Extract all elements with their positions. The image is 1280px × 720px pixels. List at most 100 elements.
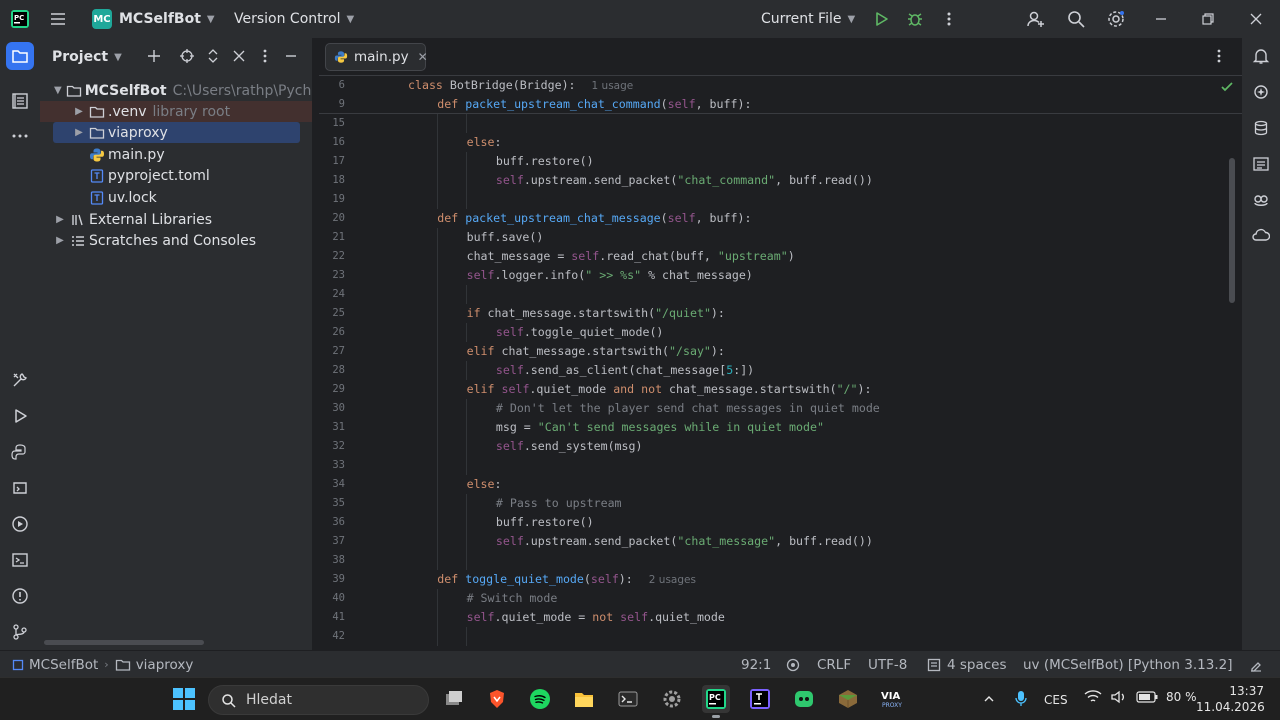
close-tab-icon[interactable]: ✕ — [418, 50, 428, 64]
horizontal-scrollbar[interactable] — [44, 640, 204, 645]
tree-item-project-root[interactable]: ▼ MCSelfBot C:\Users\rathp\PycharmProjec… — [40, 80, 312, 101]
code-line[interactable]: 41 self.quiet_mode = not self.quiet_mode — [319, 608, 1242, 627]
clock[interactable]: 13:37 11.04.2026 — [1196, 683, 1265, 715]
jetbrains-app-icon[interactable] — [746, 685, 774, 713]
code-line[interactable]: 21 buff.save() — [319, 228, 1242, 247]
file-encoding[interactable]: UTF-8 — [868, 651, 907, 678]
code-line[interactable]: 36 buff.restore() — [319, 513, 1242, 532]
lock-icon[interactable] — [1249, 651, 1263, 678]
file-explorer-icon[interactable] — [570, 685, 598, 713]
run-tool-icon[interactable] — [6, 402, 34, 430]
line-number[interactable]: 6 — [319, 76, 345, 95]
pycharm-logo-icon[interactable]: PC — [10, 0, 30, 38]
line-number[interactable]: 37 — [319, 532, 345, 551]
indent-setting[interactable]: 4 spaces — [927, 651, 1007, 678]
code-editor[interactable]: 15 16 else: 17 buff.restore() 18 self.upstream… — [319, 76, 1242, 650]
line-number[interactable]: 24 — [319, 285, 345, 304]
line-number[interactable]: 42 — [319, 627, 345, 646]
project-view-selector[interactable]: Project ▼ — [52, 44, 122, 70]
usages-hint[interactable]: 2 usages — [649, 574, 696, 586]
close-window-icon[interactable] — [1249, 0, 1263, 38]
code-line[interactable]: 30 # Don't let the player send chat messa… — [319, 399, 1242, 418]
discord-like-app-icon[interactable] — [790, 685, 818, 713]
search-icon[interactable] — [1066, 0, 1086, 38]
line-number[interactable]: 21 — [319, 228, 345, 247]
line-number[interactable]: 29 — [319, 380, 345, 399]
tree-item-external-libraries[interactable]: ▶ External Libraries — [40, 209, 312, 230]
line-number[interactable]: 36 — [319, 513, 345, 532]
brave-browser-icon[interactable] — [483, 685, 511, 713]
hide-panel-icon[interactable] — [281, 46, 301, 66]
python-packages-icon[interactable] — [6, 438, 34, 466]
code-line[interactable]: 19 — [319, 190, 1242, 209]
line-number[interactable]: 30 — [319, 399, 345, 418]
more-tools-icon[interactable] — [6, 122, 34, 150]
code-line[interactable]: 32 self.send_system(msg) — [319, 437, 1242, 456]
database-icon[interactable] — [1247, 114, 1275, 142]
minimize-window-icon[interactable] — [1154, 0, 1168, 38]
line-number[interactable]: 17 — [319, 152, 345, 171]
keyboard-language[interactable]: CES — [1044, 678, 1068, 720]
settings-app-icon[interactable] — [658, 685, 686, 713]
structure-tool-button[interactable] — [6, 87, 34, 115]
microphone-icon[interactable] — [1007, 685, 1035, 713]
code-line[interactable]: 34 else: — [319, 475, 1242, 494]
line-number[interactable]: 35 — [319, 494, 345, 513]
code-line[interactable]: 28 self.send_as_client(chat_message[5:]) — [319, 361, 1242, 380]
task-view-icon[interactable] — [440, 685, 468, 713]
system-tray[interactable]: 80 % — [1084, 689, 1197, 705]
select-opened-file-icon[interactable] — [177, 46, 197, 66]
chevron-right-icon[interactable]: ▶ — [73, 106, 85, 117]
line-number[interactable]: 33 — [319, 456, 345, 475]
collapse-all-icon[interactable] — [229, 46, 249, 66]
code-line[interactable]: 16 else: — [319, 133, 1242, 152]
code-line[interactable]: 17 buff.restore() — [319, 152, 1242, 171]
minecraft-icon[interactable] — [834, 685, 862, 713]
code-line[interactable]: 31 msg = "Can't send messages while in qu… — [319, 418, 1242, 437]
caret-position[interactable]: 92:1 — [741, 651, 771, 678]
line-number[interactable]: 38 — [319, 551, 345, 570]
terminal-icon[interactable] — [6, 546, 34, 574]
spotify-icon[interactable] — [526, 685, 554, 713]
code-line[interactable]: 37 self.upstream.send_packet("chat_messag… — [319, 532, 1242, 551]
line-number[interactable]: 31 — [319, 418, 345, 437]
line-number[interactable]: 39 — [319, 570, 345, 589]
line-number[interactable]: 16 — [319, 133, 345, 152]
line-number[interactable]: 20 — [319, 209, 345, 228]
project-switcher[interactable]: MC MCSelfBot ▼ — [92, 0, 215, 38]
breadcrumb-folder[interactable]: viaproxy — [136, 657, 194, 673]
problems-icon[interactable] — [6, 582, 34, 610]
panel-options-icon[interactable] — [255, 46, 275, 66]
run-button[interactable] — [872, 0, 890, 38]
build-tools-icon[interactable] — [6, 366, 34, 394]
vcs-menu[interactable]: Version Control ▼ — [234, 0, 354, 38]
more-actions-icon[interactable] — [945, 0, 953, 38]
restore-window-icon[interactable] — [1201, 0, 1215, 38]
copilot-icon[interactable] — [1247, 186, 1275, 214]
new-file-icon[interactable] — [144, 46, 164, 66]
debug-button[interactable] — [906, 0, 924, 38]
run-config-selector[interactable]: Current File ▼ — [761, 0, 855, 38]
usages-hint[interactable]: 1 usage — [592, 80, 634, 92]
chevron-down-icon[interactable]: ▼ — [54, 85, 62, 96]
tree-item-viaproxy[interactable]: ▶ viaproxy — [53, 122, 300, 143]
show-hidden-icons-chevron[interactable] — [975, 685, 1003, 713]
git-icon[interactable] — [6, 618, 34, 646]
code-line[interactable]: 20 def packet_upstream_chat_message(self,… — [319, 209, 1242, 228]
code-line[interactable]: 39 def toggle_quiet_mode(self): 2 usages — [319, 570, 1242, 589]
code-line[interactable]: 22 chat_message = self.read_chat(buff, "u… — [319, 247, 1242, 266]
line-number[interactable]: 15 — [319, 114, 345, 133]
code-line[interactable]: 26 self.toggle_quiet_mode() — [319, 323, 1242, 342]
expand-all-icon[interactable] — [203, 46, 223, 66]
line-number[interactable]: 19 — [319, 190, 345, 209]
line-number[interactable]: 25 — [319, 304, 345, 323]
code-line[interactable]: 38 — [319, 551, 1242, 570]
line-number[interactable]: 28 — [319, 361, 345, 380]
sciview-icon[interactable] — [1247, 150, 1275, 178]
line-number[interactable]: 26 — [319, 323, 345, 342]
breadcrumb-project[interactable]: MCSelfBot — [29, 657, 98, 673]
windows-start-icon[interactable] — [170, 685, 198, 713]
code-line[interactable]: 23 self.logger.info(" >> %s" % chat_messa… — [319, 266, 1242, 285]
ai-status-icon[interactable] — [786, 651, 800, 678]
viaproxy-app-icon[interactable]: VIA PROXY — [878, 685, 906, 713]
